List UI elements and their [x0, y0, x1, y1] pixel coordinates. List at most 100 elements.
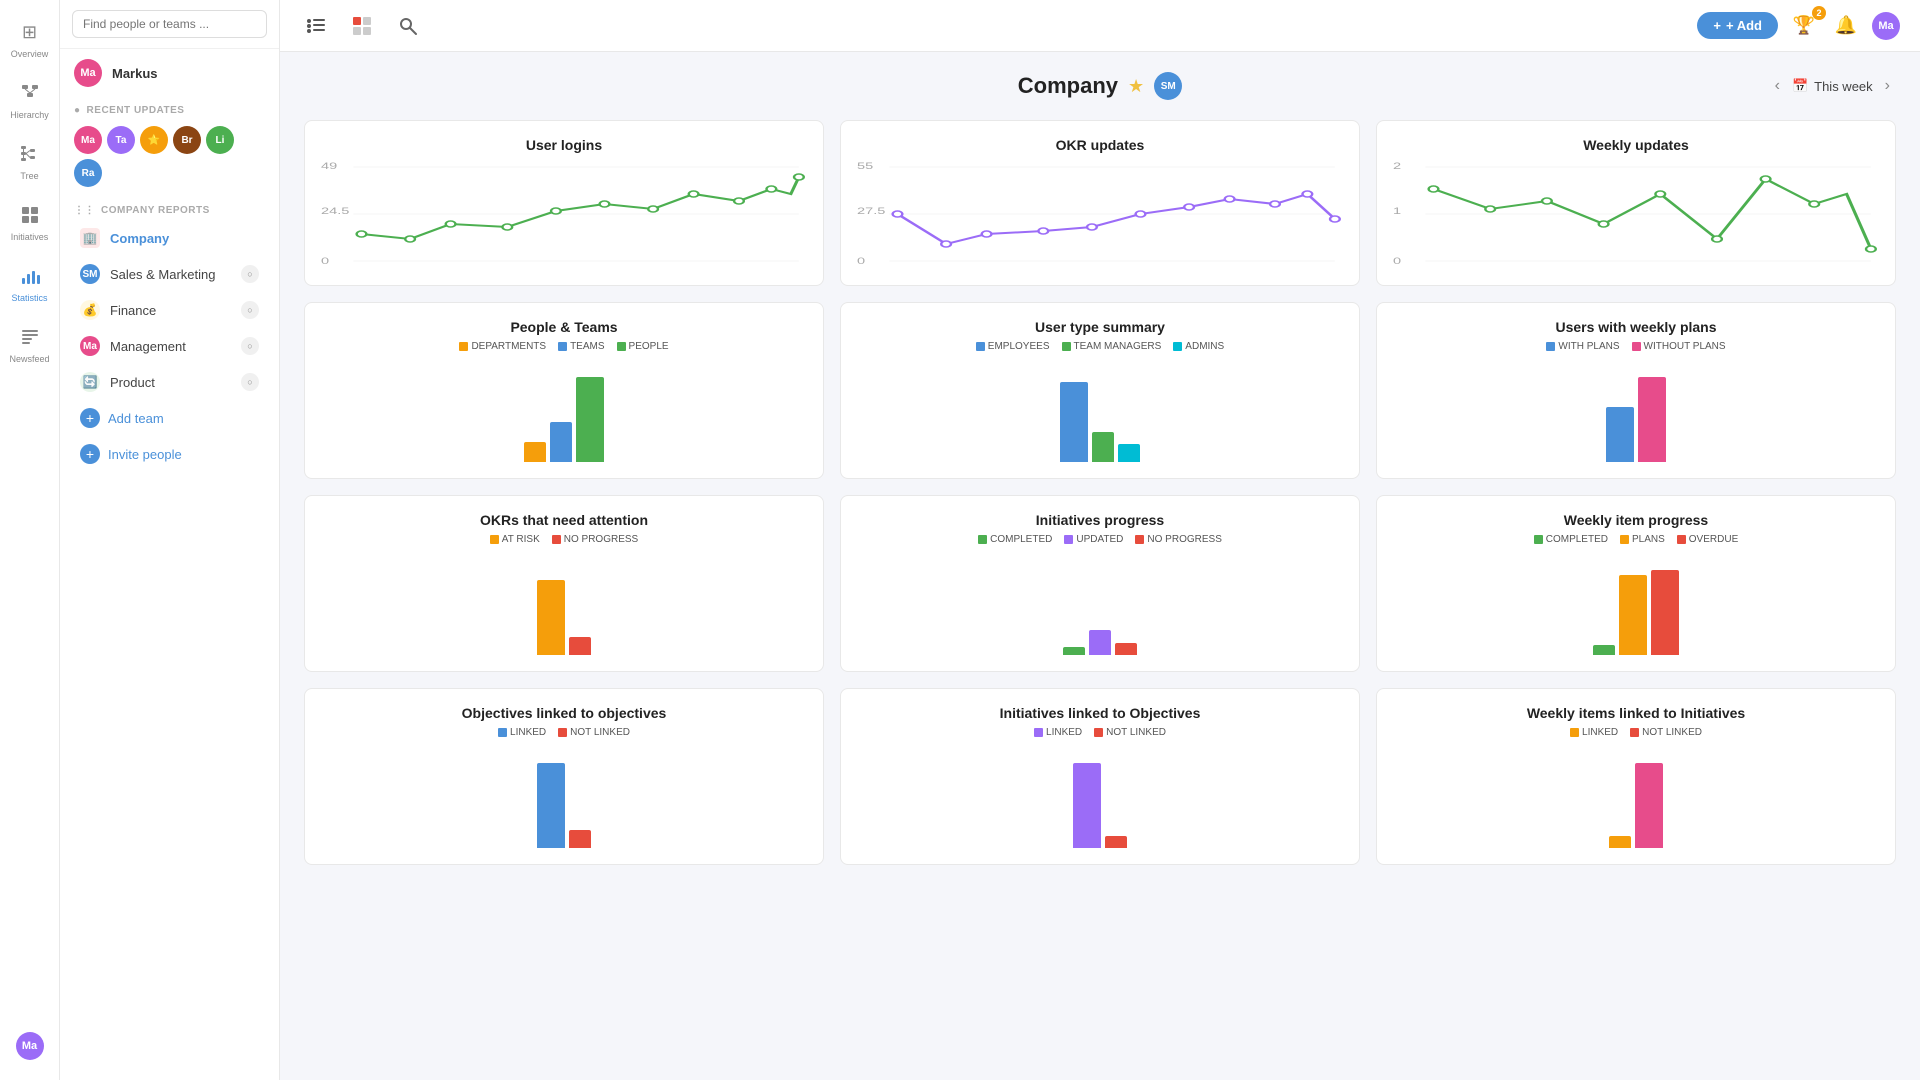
- company-reports-label: ⋮⋮ COMPANY REPORTS: [60, 197, 279, 220]
- weekly-plans-legend: WITH PLANS WITHOUT PLANS: [1393, 341, 1879, 352]
- week-label: This week: [1814, 79, 1873, 94]
- sidebar-item-tree[interactable]: Tree: [0, 132, 59, 189]
- product-icon: 🔄: [80, 372, 100, 392]
- star-icon[interactable]: ★: [1128, 76, 1144, 97]
- weekly-item-progress-bars: [1393, 555, 1879, 655]
- add-team-icon: +: [80, 408, 100, 428]
- nav-item-company[interactable]: 🏢 Company: [66, 221, 273, 255]
- weekly-item-progress-legend: COMPLETED PLANS OVERDUE: [1393, 534, 1879, 545]
- svg-text:0: 0: [321, 256, 329, 266]
- menu-icon[interactable]: [300, 10, 332, 42]
- prev-week-btn[interactable]: ‹: [1769, 75, 1786, 97]
- sidebar-label-overview: Overview: [11, 49, 49, 59]
- chart-weekly-items-linked: Weekly items linked to Initiatives LINKE…: [1376, 688, 1896, 865]
- bar-linked-weekly: [1609, 836, 1631, 848]
- nav-label-product: Product: [110, 375, 231, 390]
- bar-plans-weekly: [1619, 575, 1647, 655]
- search-input[interactable]: [72, 10, 267, 38]
- sidebar-label-tree: Tree: [20, 171, 38, 181]
- hierarchy-icon: [16, 79, 44, 107]
- recent-updates-label: ● RECENT UPDATES: [60, 97, 279, 120]
- left-panel: Ma Markus ● RECENT UPDATES Ma Ta ⭐ Br Li…: [60, 0, 280, 1080]
- weekly-item-progress-title: Weekly item progress: [1393, 512, 1879, 528]
- chart-user-type: User type summary EMPLOYEES TEAM MANAGER…: [840, 302, 1360, 479]
- recent-avatar-4[interactable]: Li: [206, 126, 234, 154]
- people-teams-bars: [321, 362, 807, 462]
- initiatives-linked-legend: LINKED NOT LINKED: [857, 727, 1343, 738]
- add-team-btn[interactable]: + Add team: [66, 401, 273, 435]
- weekly-updates-chart: 2 1 0: [1393, 159, 1879, 269]
- user-logins-title: User logins: [321, 137, 807, 153]
- nav-item-management[interactable]: Ma Management ○: [66, 329, 273, 363]
- nav-label-company: Company: [110, 231, 259, 246]
- search-icon[interactable]: [392, 10, 424, 42]
- weekly-items-linked-legend: LINKED NOT LINKED: [1393, 727, 1879, 738]
- bar-without-plans: [1638, 377, 1666, 462]
- sidebar-label-newsfeed: Newsfeed: [9, 354, 49, 364]
- bell-icon[interactable]: 🔔: [1830, 10, 1862, 42]
- user-avatar-top[interactable]: Ma: [1872, 12, 1900, 40]
- sidebar-item-overview[interactable]: ⊞ Overview: [0, 10, 59, 67]
- chart-initiatives-progress: Initiatives progress COMPLETED UPDATED N…: [840, 495, 1360, 672]
- chart-okrs-attention: OKRs that need attention AT RISK NO PROG…: [304, 495, 824, 672]
- user-avatar-sidebar[interactable]: Ma: [16, 1032, 44, 1060]
- recent-avatar-5[interactable]: Ra: [74, 159, 102, 187]
- company-title: Company: [1018, 73, 1118, 99]
- add-button-icon: +: [1713, 18, 1721, 33]
- bar-not-linked-weekly: [1635, 763, 1663, 848]
- bar-people: [576, 377, 604, 462]
- grid-icon[interactable]: [346, 10, 378, 42]
- weekly-updates-title: Weekly updates: [1393, 137, 1879, 153]
- initiatives-linked-bars: [857, 748, 1343, 848]
- nav-item-sales[interactable]: SM Sales & Marketing ○: [66, 257, 273, 291]
- charts-grid: User logins 49 24.5 0: [304, 120, 1896, 865]
- sidebar-item-initiatives[interactable]: Initiatives: [0, 193, 59, 250]
- next-week-btn[interactable]: ›: [1879, 75, 1896, 97]
- bar-admins: [1118, 444, 1140, 462]
- overview-icon: ⊞: [16, 18, 44, 46]
- objectives-linked-bars: [321, 748, 807, 848]
- sidebar-item-newsfeed[interactable]: Newsfeed: [0, 315, 59, 372]
- weekly-plans-title: Users with weekly plans: [1393, 319, 1879, 335]
- objectives-linked-legend: LINKED NOT LINKED: [321, 727, 807, 738]
- initiatives-progress-legend: COMPLETED UPDATED NO PROGRESS: [857, 534, 1343, 545]
- bar-teams: [550, 422, 572, 462]
- top-bar-icons: [300, 10, 424, 42]
- recent-avatar-3[interactable]: Br: [173, 126, 201, 154]
- invite-icon: +: [80, 444, 100, 464]
- add-team-label: Add team: [108, 411, 164, 426]
- user-type-bars: [857, 362, 1343, 462]
- user-type-title: User type summary: [857, 319, 1343, 335]
- top-bar-right: + + Add 🏆 2 🔔 Ma: [1697, 10, 1900, 42]
- svg-text:2: 2: [1393, 161, 1401, 171]
- svg-text:1: 1: [1393, 206, 1401, 216]
- trophy-badge: 2: [1812, 6, 1826, 20]
- bar-not-linked-init: [1105, 836, 1127, 848]
- nav-item-finance[interactable]: 💰 Finance ○: [66, 293, 273, 327]
- people-teams-legend: DEPARTMENTS TEAMS PEOPLE: [321, 341, 807, 352]
- bar-overdue-weekly: [1651, 570, 1679, 655]
- chart-objectives-linked: Objectives linked to objectives LINKED N…: [304, 688, 824, 865]
- okrs-attention-legend: AT RISK NO PROGRESS: [321, 534, 807, 545]
- bar-linked-obj: [537, 763, 565, 848]
- recent-avatar-0[interactable]: Ma: [74, 126, 102, 154]
- sidebar-item-statistics[interactable]: Statistics: [0, 254, 59, 311]
- bar-no-progress-okr: [569, 637, 591, 655]
- bar-with-plans: [1606, 407, 1634, 462]
- initiatives-progress-bars: [857, 555, 1343, 655]
- newsfeed-icon: [16, 323, 44, 351]
- recent-avatars: Ma Ta ⭐ Br Li Ra: [60, 120, 279, 197]
- sidebar-item-hierarchy[interactable]: Hierarchy: [0, 71, 59, 128]
- nav-item-product[interactable]: 🔄 Product ○: [66, 365, 273, 399]
- invite-people-btn[interactable]: + Invite people: [66, 437, 273, 471]
- statistics-icon: [16, 262, 44, 290]
- add-button[interactable]: + + Add: [1697, 12, 1778, 39]
- svg-text:0: 0: [1393, 256, 1401, 266]
- initiatives-linked-title: Initiatives linked to Objectives: [857, 705, 1343, 721]
- user-row[interactable]: Ma Markus: [60, 49, 279, 97]
- recent-avatar-2[interactable]: ⭐: [140, 126, 168, 154]
- weekly-items-linked-title: Weekly items linked to Initiatives: [1393, 705, 1879, 721]
- management-nav-dot: ○: [241, 337, 259, 355]
- trophy-icon-wrap: 🏆 2: [1788, 10, 1820, 42]
- recent-avatar-1[interactable]: Ta: [107, 126, 135, 154]
